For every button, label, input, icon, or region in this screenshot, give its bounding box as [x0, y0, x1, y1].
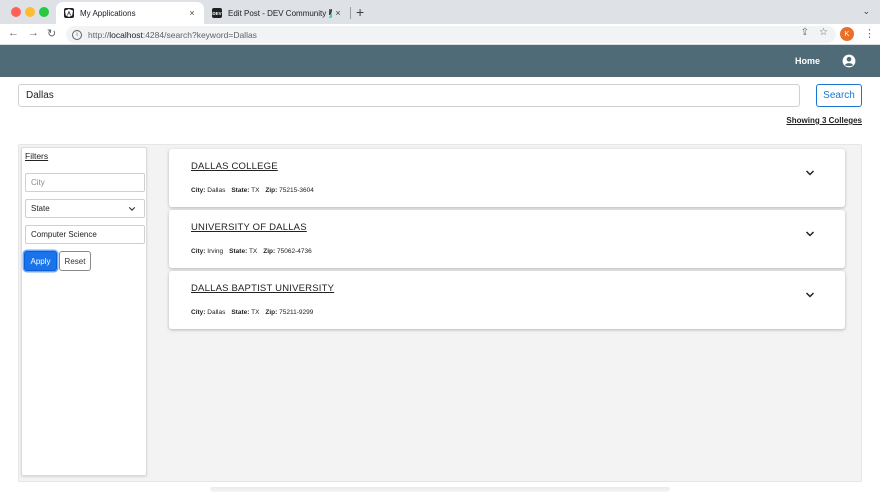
tab-divider: [350, 7, 351, 19]
college-name-link[interactable]: DALLAS COLLEGE: [191, 161, 278, 172]
state-value: TX: [248, 248, 258, 255]
back-arrow-icon[interactable]: ←: [8, 27, 19, 39]
maximize-window-button[interactable]: [39, 7, 49, 17]
city-filter-input[interactable]: City: [25, 173, 145, 192]
close-window-button[interactable]: [11, 7, 21, 17]
college-details: City: Irving State: TX Zip: 75062-4736: [191, 248, 312, 255]
college-card[interactable]: DALLAS BAPTIST UNIVERSITY City: Dallas St…: [169, 271, 845, 329]
zip-label: Zip:: [265, 187, 278, 194]
bookmark-star-icon[interactable]: ☆: [819, 27, 828, 38]
search-input[interactable]: Dallas: [18, 84, 800, 107]
college-details: City: Dallas State: TX Zip: 75215-3604: [191, 187, 314, 194]
browser-tab-bar: My Applications × DEV Edit Post - DEV Co…: [0, 0, 880, 24]
share-icon[interactable]: ⇪: [801, 27, 809, 38]
state-label: State:: [231, 309, 250, 316]
filters-panel: Filters City State Computer Science Appl…: [21, 147, 147, 476]
app-header: Home: [0, 45, 880, 77]
filters-title: Filters: [25, 151, 49, 161]
zip-value: 75062-4736: [276, 248, 312, 255]
scroll-shadow: [210, 487, 670, 492]
tab-search-menu-icon[interactable]: ⌄: [862, 6, 870, 17]
reload-icon[interactable]: ↻: [47, 27, 56, 40]
url-path: :4284/search?keyword=Dallas: [142, 29, 257, 40]
address-bar[interactable]: i http://localhost:4284/search?keyword=D…: [66, 26, 836, 43]
account-circle-icon[interactable]: [842, 54, 856, 68]
zip-label: Zip:: [265, 309, 278, 316]
results-count: Showing 3 Colleges: [786, 116, 862, 125]
search-button[interactable]: Search: [816, 84, 862, 107]
college-name-link[interactable]: DALLAS BAPTIST UNIVERSITY: [191, 283, 334, 294]
angular-logo-icon: [64, 8, 74, 18]
profile-avatar[interactable]: K: [840, 27, 854, 41]
city-label: City:: [191, 309, 206, 316]
city-label: City:: [191, 248, 206, 255]
state-select-value: State: [31, 204, 50, 213]
state-filter-select[interactable]: State: [25, 199, 145, 218]
minimize-window-button[interactable]: [25, 7, 35, 17]
city-value: Dallas: [207, 187, 226, 194]
chevron-down-icon: [128, 207, 136, 211]
chevron-down-icon[interactable]: [805, 229, 815, 239]
forward-arrow-icon[interactable]: →: [28, 27, 39, 39]
apply-button[interactable]: Apply: [24, 251, 57, 271]
url-prefix: http://: [88, 29, 110, 40]
zip-value: 75215-3604: [279, 187, 314, 194]
dev-logo-icon: DEV: [212, 8, 222, 18]
tab-title: My Applications: [80, 8, 136, 18]
tab-title: Edit Post - DEV Community 👩‍💻👨‍💻: [228, 8, 332, 18]
tab-my-applications[interactable]: My Applications ×: [56, 2, 204, 24]
url-host: localhost: [109, 29, 143, 40]
browser-toolbar: ← → ↻ i http://localhost:4284/search?key…: [0, 24, 880, 45]
close-tab-icon[interactable]: ×: [186, 8, 198, 18]
zip-label: Zip:: [263, 248, 276, 255]
zip-value: 75211-9299: [279, 309, 314, 316]
state-label: State:: [231, 187, 250, 194]
state-value: TX: [251, 309, 260, 316]
city-label: City:: [191, 187, 206, 194]
browser-menu-icon[interactable]: ⋮: [864, 27, 875, 40]
chevron-down-icon[interactable]: [805, 290, 815, 300]
state-value: TX: [251, 187, 260, 194]
college-card[interactable]: UNIVERSITY OF DALLAS City: Irving State: …: [169, 210, 845, 268]
reset-button[interactable]: Reset: [59, 251, 91, 271]
chevron-down-icon[interactable]: [805, 168, 815, 178]
college-card[interactable]: DALLAS COLLEGE City: Dallas State: TX Zip:…: [169, 149, 845, 207]
info-icon[interactable]: i: [72, 29, 82, 40]
close-tab-icon[interactable]: ×: [332, 8, 344, 18]
city-value: Irving: [207, 248, 224, 255]
tab-dev-community[interactable]: DEV Edit Post - DEV Community 👩‍💻👨‍💻 ×: [204, 2, 350, 24]
college-name-link[interactable]: UNIVERSITY OF DALLAS: [191, 222, 307, 233]
home-link[interactable]: Home: [795, 56, 820, 66]
state-label: State:: [229, 248, 248, 255]
new-tab-button[interactable]: +: [356, 4, 364, 20]
course-filter-input[interactable]: Computer Science: [25, 225, 145, 244]
city-value: Dallas: [207, 309, 226, 316]
college-details: City: Dallas State: TX Zip: 75211-9299: [191, 309, 313, 316]
